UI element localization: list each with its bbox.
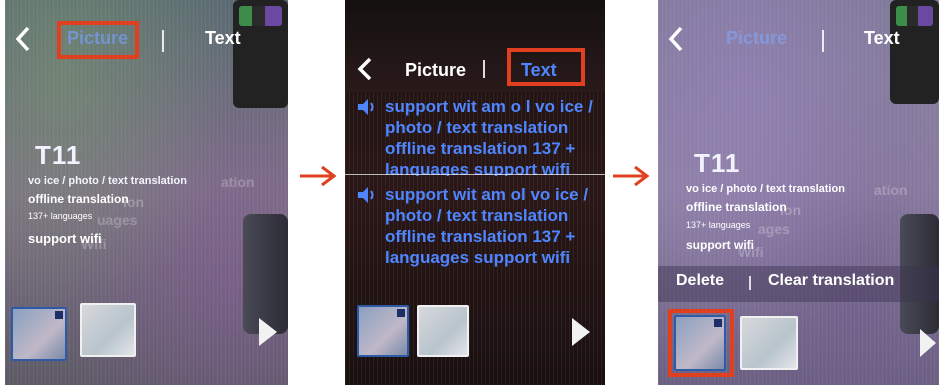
screen-picture-mode: Picture Text T11 vo ice / photo / text t… (5, 0, 288, 385)
tab-separator (483, 60, 485, 78)
clear-translation-button[interactable]: Clear translation (768, 272, 894, 290)
tab-text[interactable]: Text (205, 28, 241, 49)
speaker-icon[interactable] (357, 186, 377, 204)
ocr-line: vo ice / photo / text translation (686, 183, 845, 195)
tab-separator (822, 30, 824, 52)
ocr-ghost-line: ion (123, 194, 144, 210)
screen-edit-mode: Picture Text T11 vo ice / photo / text t… (658, 0, 939, 385)
screen-text-mode: Picture Text support wit am o l vo ice /… (345, 0, 605, 385)
ocr-title: T11 (35, 140, 82, 170)
ocr-line: offline translation (686, 200, 787, 214)
play-triangle-icon[interactable] (920, 329, 936, 357)
ocr-line: offline translation (28, 192, 129, 206)
chevron-left-icon (15, 26, 30, 52)
capture-thumbnail[interactable] (417, 305, 469, 357)
picture-tab-highlight (57, 21, 139, 59)
capture-thumbnail[interactable] (740, 316, 798, 370)
thumbnail-badge (397, 309, 405, 317)
ocr-ghost-line: Wifi (81, 236, 107, 252)
translation-item: support wit am o l vo ice / photo / text… (355, 96, 597, 176)
chevron-left-icon (357, 57, 372, 81)
tab-picture[interactable]: Picture (726, 28, 787, 49)
device-edge-image (243, 214, 288, 334)
camera-phone-image (233, 0, 288, 108)
phone-keys-image (896, 6, 933, 26)
translation-item: support wit am ol vo ice / photo / text … (355, 184, 597, 274)
phone-keys-image (239, 6, 282, 26)
right-arrow-icon (613, 165, 650, 187)
speaker-icon[interactable] (357, 98, 377, 116)
play-triangle-icon[interactable] (572, 318, 590, 346)
capture-thumbnail[interactable] (357, 305, 409, 357)
tab-separator (162, 30, 164, 52)
capture-thumbnail[interactable] (80, 303, 136, 357)
text-tab-highlight (507, 48, 585, 86)
tab-picture[interactable]: Picture (405, 60, 466, 81)
thumbnail-highlight (668, 309, 734, 377)
thumbnail-badge (55, 311, 63, 319)
right-arrow-icon (300, 165, 337, 187)
back-button[interactable] (357, 56, 373, 88)
ocr-ghost-line: ation (874, 182, 908, 198)
play-triangle-icon[interactable] (259, 318, 277, 346)
ocr-ghost-line: uages (97, 212, 138, 228)
chevron-left-icon (668, 26, 683, 52)
back-button[interactable] (668, 25, 684, 59)
ocr-ghost-line: ation (221, 174, 255, 190)
ocr-ghost-line: Wifi (738, 244, 764, 260)
action-bar: Delete Clear translation (658, 266, 939, 302)
ocr-line: vo ice / photo / text translation (28, 175, 187, 187)
ocr-line: 137+ languages (28, 211, 93, 221)
back-button[interactable] (15, 25, 31, 59)
camera-phone-image (890, 0, 939, 104)
translation-divider (345, 174, 605, 175)
action-separator (749, 276, 751, 290)
capture-thumbnail[interactable] (11, 307, 67, 361)
translation-text: support wit am o l vo ice / photo / text… (385, 97, 593, 176)
ocr-ghost-line: ion (780, 202, 801, 218)
ocr-title: T11 (694, 148, 741, 178)
ocr-ghost-line: ages (758, 221, 790, 237)
delete-button[interactable]: Delete (676, 272, 724, 290)
tab-text[interactable]: Text (864, 28, 900, 49)
translation-text: support wit am ol vo ice / photo / text … (385, 185, 589, 267)
ocr-line: 137+ languages (686, 220, 751, 230)
